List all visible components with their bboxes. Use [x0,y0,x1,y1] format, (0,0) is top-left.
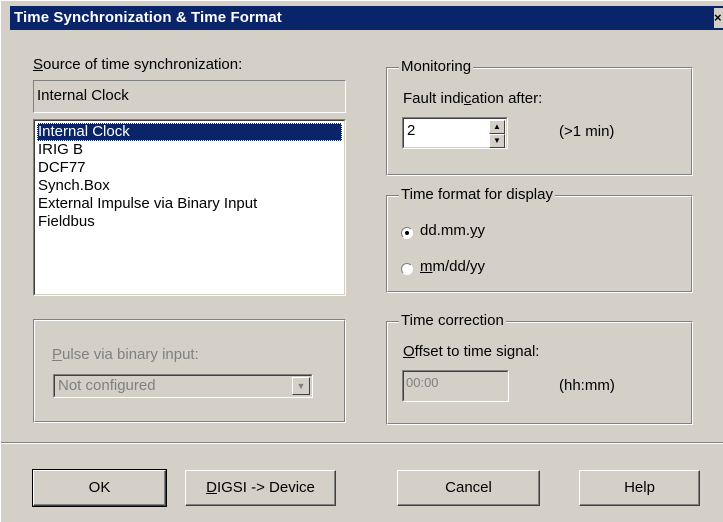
offset-value: 00:00 [406,375,439,390]
offset-unit: (hh:mm) [559,377,615,394]
spin-up-icon[interactable]: ▲ [489,120,505,134]
fault-indication-unit: (>1 min) [559,123,615,140]
list-item[interactable]: IRIG B [37,141,342,159]
source-listbox[interactable]: Internal Clock IRIG B DCF77 Synch.Box Extern… [33,119,346,296]
time-correction-legend: Time correction [399,312,506,329]
fault-indication-spinner[interactable]: 2 ▲ ▼ [402,117,508,149]
time-sync-dialog: Time Synchronization & Time Format × Sou… [0,0,723,522]
source-label: Source of time synchronization: [33,56,243,73]
fault-indication-label: Fault indication after: [403,90,543,107]
time-format-group: Time format for display [386,186,693,293]
ok-button[interactable]: OK [32,469,167,507]
radio-mm-dd-yy-label[interactable]: mm/dd/yy [420,258,485,275]
button-separator [1,442,723,444]
cancel-button[interactable]: Cancel [397,470,540,506]
window-title: Time Synchronization & Time Format [14,9,282,26]
radio-selected-dot-icon [405,231,409,235]
radio-dd-mm-yy-label[interactable]: dd.mm.yy [420,222,485,239]
chevron-down-icon[interactable]: ▼ [292,377,310,395]
list-item[interactable]: DCF77 [37,159,342,177]
list-item[interactable]: Fieldbus [37,213,342,231]
list-item[interactable]: External Impulse via Binary Input [37,195,342,213]
spin-down-icon[interactable]: ▼ [489,134,505,148]
pulse-value: Not configured [58,377,156,394]
digsi-to-device-button[interactable]: DIGSI -> Device [185,470,336,506]
list-item[interactable]: Internal Clock [37,123,342,141]
pulse-label: Pulse via binary input: [52,346,199,363]
source-list-items: Internal Clock IRIG B DCF77 Synch.Box Extern… [37,123,342,231]
radio-dd-mm-yy[interactable] [401,227,413,239]
title-bar: Time Synchronization & Time Format × [10,6,723,30]
time-format-legend: Time format for display [399,186,555,203]
pulse-combobox[interactable]: Not configured ▼ [53,374,313,398]
source-current-value-box: Internal Clock [33,80,346,113]
offset-label: Offset to time signal: [403,343,540,360]
list-item[interactable]: Synch.Box [37,177,342,195]
close-icon[interactable]: × [714,8,723,28]
monitoring-legend: Monitoring [399,58,474,75]
pulse-group [33,319,346,423]
fault-indication-value: 2 [407,122,416,139]
help-button[interactable]: Help [579,470,700,506]
source-current-value: Internal Clock [37,87,129,104]
offset-field[interactable]: 00:00 [402,370,509,402]
radio-mm-dd-yy[interactable] [401,263,413,275]
